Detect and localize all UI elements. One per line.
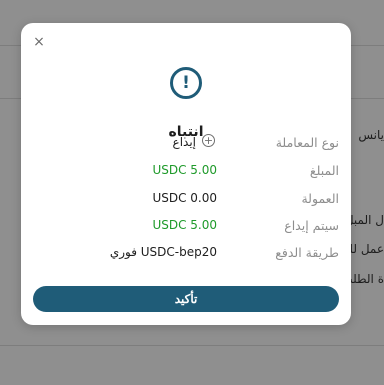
detail-row-fee: العمولة USDC 0.00 <box>21 191 351 211</box>
confirmation-modal: × ! انتباه نوع المعاملة + إيداع المبلغ U… <box>21 23 351 325</box>
alert-icon: ! <box>170 67 202 99</box>
amount-label: المبلغ <box>309 163 339 178</box>
deposit-amount-value: USDC 5.00 <box>152 218 217 232</box>
fee-label: العمولة <box>301 191 339 206</box>
transaction-type-value: إيداع <box>172 135 196 149</box>
detail-row-transaction-type: نوع المعاملة + إيداع <box>21 134 351 155</box>
alert-icon-glyph: ! <box>182 72 190 93</box>
background-divider <box>0 345 384 346</box>
background-text: يانس <box>358 128 384 142</box>
payment-method-value: USDC-bep20 فوري <box>109 245 217 259</box>
detail-row-amount: المبلغ USDC 5.00 <box>21 163 351 183</box>
confirm-button[interactable]: تأكيد <box>33 286 339 312</box>
detail-row-deposit-amount: سيتم إيداع USDC 5.00 <box>21 218 351 238</box>
plus-circle-icon: + <box>202 134 215 147</box>
transaction-type-label: نوع المعاملة <box>275 135 339 150</box>
deposit-amount-label: سيتم إيداع <box>284 218 339 233</box>
close-icon[interactable]: × <box>32 35 46 49</box>
payment-method-label: طريقة الدفع <box>275 245 339 260</box>
amount-value: USDC 5.00 <box>152 163 217 177</box>
detail-row-payment-method: طريقة الدفع USDC-bep20 فوري <box>21 245 351 265</box>
fee-value: USDC 0.00 <box>152 191 217 205</box>
